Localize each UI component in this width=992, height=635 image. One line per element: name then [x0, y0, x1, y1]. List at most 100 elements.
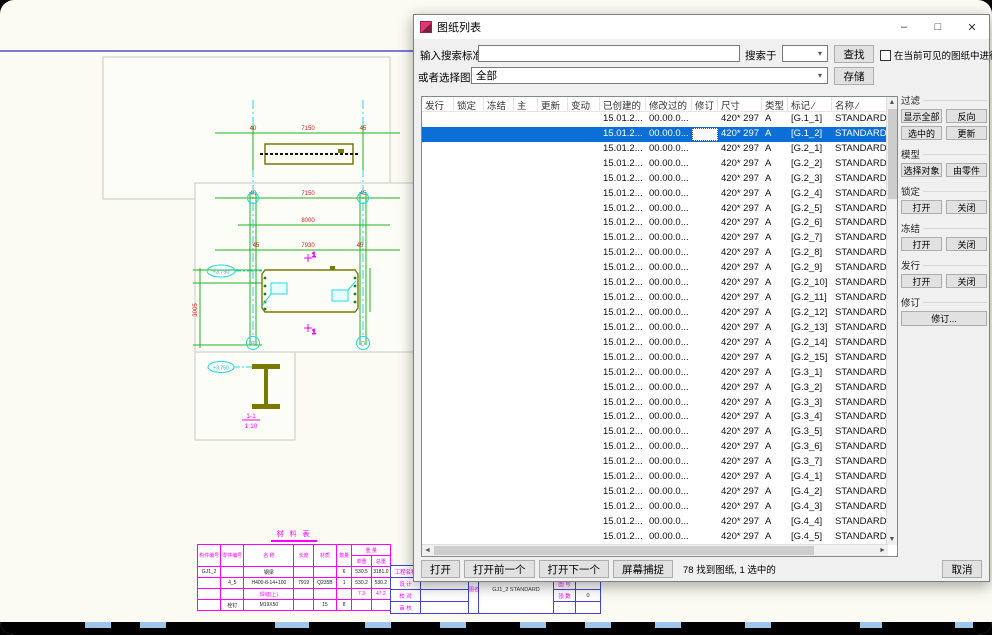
table-row[interactable]: 15.01.2...00.00.0...420* 297A[G.2_15]STA…	[422, 351, 897, 366]
column-header-7[interactable]: 修改过的	[646, 97, 692, 111]
scrollbar-thumb[interactable]	[434, 546, 814, 555]
column-header-1[interactable]: 锁定	[454, 97, 484, 111]
table-row[interactable]: 15.01.2...00.00.0...420* 297A[G.3_6]STAN…	[422, 440, 897, 455]
过滤-选中的-button[interactable]: 选中的	[901, 126, 942, 140]
scroll-right-icon[interactable]: ►	[877, 545, 888, 556]
table-row[interactable]: 15.01.2...00.00.0...420* 297A[G.2_9]STAN…	[422, 261, 897, 276]
table-row[interactable]: 15.01.2...00.00.0...420* 297A[G.3_4]STAN…	[422, 410, 897, 425]
table-row[interactable]: 15.01.2...00.00.0...420* 297A[G.3_2]STAN…	[422, 381, 897, 396]
table-row[interactable]: 15.01.2...00.00.0...420* 297A[G.3_1]STAN…	[422, 366, 897, 381]
dialog-titlebar[interactable]: 图纸列表 – □ ✕	[414, 15, 989, 39]
table-row[interactable]: 15.01.2...00.00.0...420* 297A[G.2_6]STAN…	[422, 216, 897, 231]
table-row[interactable]: 15.01.2...00.00.0...420* 297A[G.2_5]STAN…	[422, 202, 897, 217]
table-row[interactable]: 15.01.2...00.00.0...420* 297A[G.4_3]STAN…	[422, 500, 897, 515]
cell: STANDARD	[832, 276, 890, 291]
table-row[interactable]: 15.01.2...00.00.0...420* 297A[G.2_8]STAN…	[422, 246, 897, 261]
open-next-button[interactable]: 打开下一个	[539, 560, 610, 578]
table-row[interactable]: 15.01.2...00.00.0...420* 297A[G.1_1]STAN…	[422, 112, 897, 127]
settings-combobox[interactable]: 全部 ▾	[471, 67, 828, 84]
cell	[422, 202, 454, 217]
group-label: 模型	[901, 147, 920, 161]
column-header-6[interactable]: 已创建的	[600, 97, 646, 111]
模型-选择对象-button[interactable]: 选择对象	[901, 163, 942, 177]
table-row[interactable]: 15.01.2...00.00.0...420* 297A[G.3_3]STAN…	[422, 396, 897, 411]
冻结-关闭-button[interactable]: 关闭	[946, 237, 987, 251]
column-header-10[interactable]: 类型	[762, 97, 788, 111]
svg-text:7930: 7930	[301, 243, 315, 249]
column-header-12[interactable]: 名称 ∕	[832, 97, 890, 111]
column-header-11[interactable]: 标记 ∕	[788, 97, 832, 111]
table-row[interactable]: 15.01.2...00.00.0...420* 297A[G.1_2]STAN…	[422, 127, 897, 142]
scroll-up-icon[interactable]: ▲	[887, 97, 897, 108]
table-row[interactable]: 15.01.2...00.00.0...420* 297A[G.4_5]STAN…	[422, 530, 897, 545]
cell	[538, 216, 568, 231]
table-row[interactable]: 15.01.2...00.00.0...420* 297A[G.3_5]STAN…	[422, 425, 897, 440]
close-button[interactable]: ✕	[955, 15, 989, 39]
cell: 00.00.0...	[646, 246, 692, 261]
cell: 00.00.0...	[646, 127, 692, 142]
maximize-button[interactable]: □	[921, 15, 955, 39]
cell: 00.00.0...	[646, 530, 692, 545]
material-row: GJ1_2钢梁6530.53181.0	[198, 567, 391, 578]
过滤-反向-button[interactable]: 反向	[946, 109, 987, 123]
scroll-left-icon[interactable]: ◄	[422, 545, 433, 556]
minimize-button[interactable]: –	[887, 15, 921, 39]
发行-关闭-button[interactable]: 关闭	[946, 274, 987, 288]
svg-text:D: D	[361, 342, 366, 348]
table-row[interactable]: 15.01.2...00.00.0...420* 297A[G.2_3]STAN…	[422, 172, 897, 187]
table-row[interactable]: 15.01.2...00.00.0...420* 297A[G.3_7]STAN…	[422, 455, 897, 470]
table-row[interactable]: 15.01.2...00.00.0...420* 297A[G.2_13]STA…	[422, 321, 897, 336]
open-previous-button[interactable]: 打开前一个	[464, 560, 535, 578]
scrollbar-thumb[interactable]	[888, 109, 897, 199]
table-row[interactable]: 15.01.2...00.00.0...420* 297A[G.2_4]STAN…	[422, 187, 897, 202]
table-row[interactable]: 15.01.2...00.00.0...420* 297A[G.4_1]STAN…	[422, 470, 897, 485]
cell	[514, 246, 538, 261]
table-row[interactable]: 15.01.2...00.00.0...420* 297A[G.4_2]STAN…	[422, 485, 897, 500]
column-header-2[interactable]: 冻结	[484, 97, 514, 111]
find-button[interactable]: 查找	[834, 45, 874, 63]
scroll-down-icon[interactable]: ▼	[887, 534, 897, 545]
cancel-button[interactable]: 取消	[942, 560, 982, 578]
cell: 15.01.2...	[600, 261, 646, 276]
table-row[interactable]: 15.01.2...00.00.0...420* 297A[G.2_7]STAN…	[422, 231, 897, 246]
table-row[interactable]: 15.01.2...00.00.0...420* 297A[G.2_11]STA…	[422, 291, 897, 306]
锁定-打开-button[interactable]: 打开	[901, 200, 942, 214]
column-header-3[interactable]: 主	[514, 97, 538, 111]
锁定-关闭-button[interactable]: 关闭	[946, 200, 987, 214]
cell	[484, 366, 514, 381]
screen-capture-button[interactable]: 屏幕捕捉	[613, 560, 673, 578]
cell: A	[762, 246, 788, 261]
material-cell: 4_5	[221, 578, 244, 589]
修订-修订...-button[interactable]: 修订...	[901, 311, 987, 326]
search-input[interactable]	[478, 45, 740, 62]
column-header-9[interactable]: 尺寸	[718, 97, 762, 111]
table-row[interactable]: 15.01.2...00.00.0...420* 297A[G.4_4]STAN…	[422, 515, 897, 530]
column-header-0[interactable]: 发行	[422, 97, 454, 111]
冻结-打开-button[interactable]: 打开	[901, 237, 942, 251]
table-row[interactable]: 15.01.2...00.00.0...420* 297A[G.2_2]STAN…	[422, 157, 897, 172]
cell: 15.01.2...	[600, 142, 646, 157]
table-row[interactable]: 15.01.2...00.00.0...420* 297A[G.2_12]STA…	[422, 306, 897, 321]
open-button[interactable]: 打开	[421, 560, 460, 578]
cell: A	[762, 187, 788, 202]
column-header-4[interactable]: 更新	[538, 97, 568, 111]
cell	[692, 112, 718, 127]
save-button[interactable]: 存储	[834, 67, 874, 85]
horizontal-scrollbar[interactable]: ◄ ►	[422, 544, 888, 556]
cell: STANDARD	[832, 246, 890, 261]
column-header-5[interactable]: 变动	[568, 97, 600, 111]
模型-由零件-button[interactable]: 由零件	[946, 163, 987, 177]
table-row[interactable]: 15.01.2...00.00.0...420* 297A[G.2_10]STA…	[422, 276, 897, 291]
column-header-8[interactable]: 修订	[692, 97, 718, 111]
table-row[interactable]: 15.01.2...00.00.0...420* 297A[G.2_14]STA…	[422, 336, 897, 351]
cell: STANDARD	[832, 187, 890, 202]
search-in-combobox[interactable]: ▾	[782, 45, 828, 62]
cell: STANDARD	[832, 321, 890, 336]
过滤-显示全部-button[interactable]: 显示全部	[901, 109, 942, 123]
cell	[538, 336, 568, 351]
vertical-scrollbar[interactable]: ▲ ▼	[886, 97, 897, 545]
发行-打开-button[interactable]: 打开	[901, 274, 942, 288]
过滤-更新-button[interactable]: 更新	[946, 126, 987, 140]
table-row[interactable]: 15.01.2...00.00.0...420* 297A[G.2_1]STAN…	[422, 142, 897, 157]
search-visible-checkbox[interactable]: 在当前可见的图纸中进行搜索	[880, 48, 992, 62]
